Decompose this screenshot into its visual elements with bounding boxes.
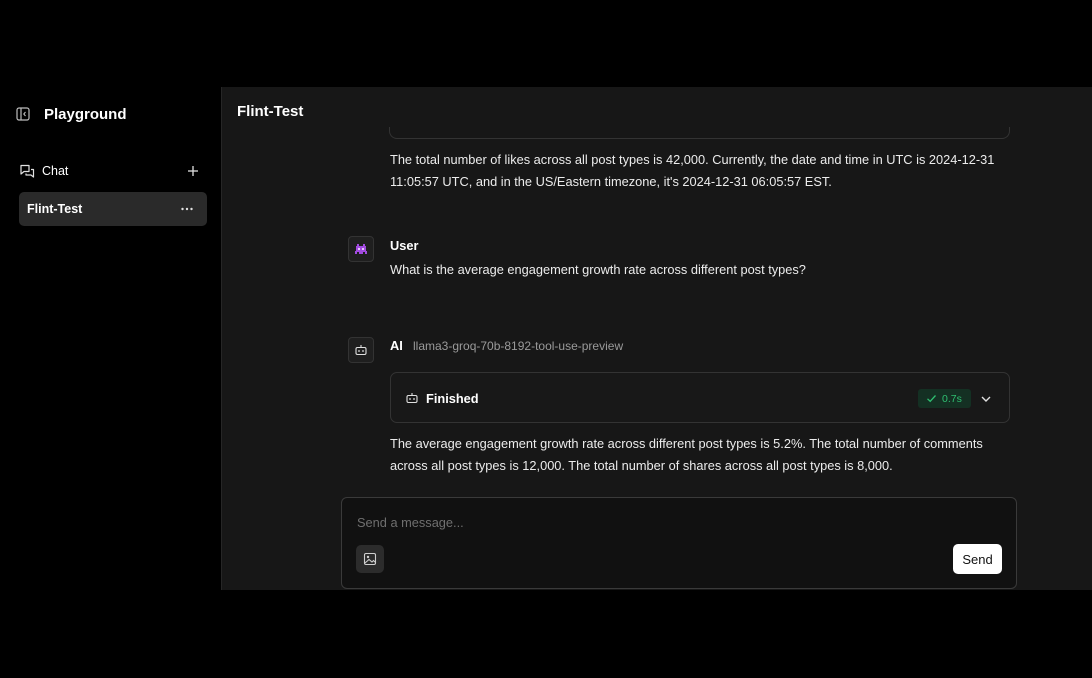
chat-bubbles-icon — [19, 163, 35, 179]
sidebar-toggle-icon[interactable] — [16, 107, 30, 121]
robot-icon — [405, 391, 419, 405]
app-title: Playground — [44, 106, 127, 123]
attach-image-button[interactable] — [356, 545, 384, 573]
app-window: Playground Chat Flint-Test Flint-Test Th… — [0, 87, 1092, 590]
chevron-down-icon[interactable] — [980, 392, 992, 404]
chat-section-label: Chat — [42, 164, 69, 178]
tool-run-status[interactable]: Finished 0.7s — [390, 372, 1010, 423]
duration-badge: 0.7s — [918, 389, 971, 408]
ai-sender-label: AI — [390, 338, 403, 353]
user-message-text: What is the average engagement growth ra… — [390, 262, 806, 277]
chat-section-header: Chat — [19, 163, 207, 181]
new-chat-plus-icon[interactable] — [186, 164, 200, 178]
user-avatar — [348, 236, 374, 262]
page-title: Flint-Test — [237, 103, 304, 120]
sidebar: Playground Chat Flint-Test — [0, 87, 222, 590]
conversation-label: Flint-Test — [27, 202, 83, 216]
pixel-creature-icon — [355, 244, 367, 254]
message-composer: Send — [341, 497, 1017, 589]
conversation-item-flint-test[interactable]: Flint-Test — [19, 192, 207, 226]
user-sender-label: User — [390, 238, 419, 253]
robot-icon — [355, 345, 367, 356]
ai-message-text: The total number of likes across all pos… — [390, 152, 995, 189]
model-name: llama3-groq-70b-8192-tool-use-preview — [413, 339, 624, 353]
tool-status-label: Finished — [426, 391, 479, 406]
message-input[interactable] — [355, 510, 919, 534]
image-icon — [363, 552, 377, 566]
chat-main-panel: Flint-Test The total number of likes acr… — [222, 87, 1092, 590]
check-icon — [927, 395, 936, 403]
ai-message-text: The average engagement growth rate acros… — [390, 436, 983, 473]
previous-tool-box-edge — [389, 127, 1010, 139]
duration-value: 0.7s — [942, 393, 962, 405]
more-options-icon[interactable] — [179, 201, 195, 217]
send-button[interactable]: Send — [953, 544, 1002, 574]
ai-avatar — [348, 337, 374, 363]
